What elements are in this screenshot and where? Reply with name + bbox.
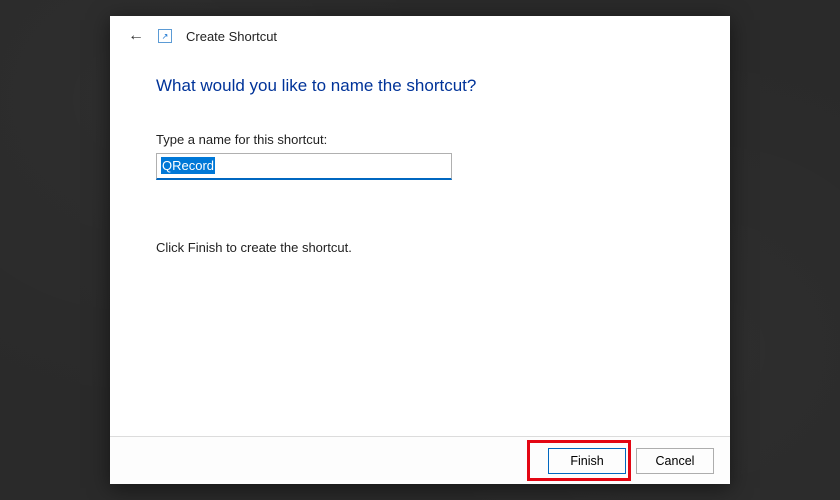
shortcut-name-value: QRecord	[161, 157, 215, 174]
button-bar: Finish Cancel	[110, 436, 730, 484]
shortcut-name-input[interactable]: QRecord	[156, 153, 452, 180]
wizard-content: What would you like to name the shortcut…	[110, 48, 730, 436]
shortcut-name-label: Type a name for this shortcut:	[156, 132, 684, 147]
finish-button[interactable]: Finish	[548, 448, 626, 474]
finish-instruction: Click Finish to create the shortcut.	[156, 240, 684, 255]
wizard-header: ← Create Shortcut	[110, 16, 730, 48]
page-heading: What would you like to name the shortcut…	[156, 76, 684, 96]
back-arrow-icon[interactable]: ←	[128, 28, 144, 44]
shortcut-icon	[158, 29, 172, 43]
window-title: Create Shortcut	[186, 29, 277, 44]
create-shortcut-wizard: ← Create Shortcut What would you like to…	[110, 16, 730, 484]
cancel-button[interactable]: Cancel	[636, 448, 714, 474]
